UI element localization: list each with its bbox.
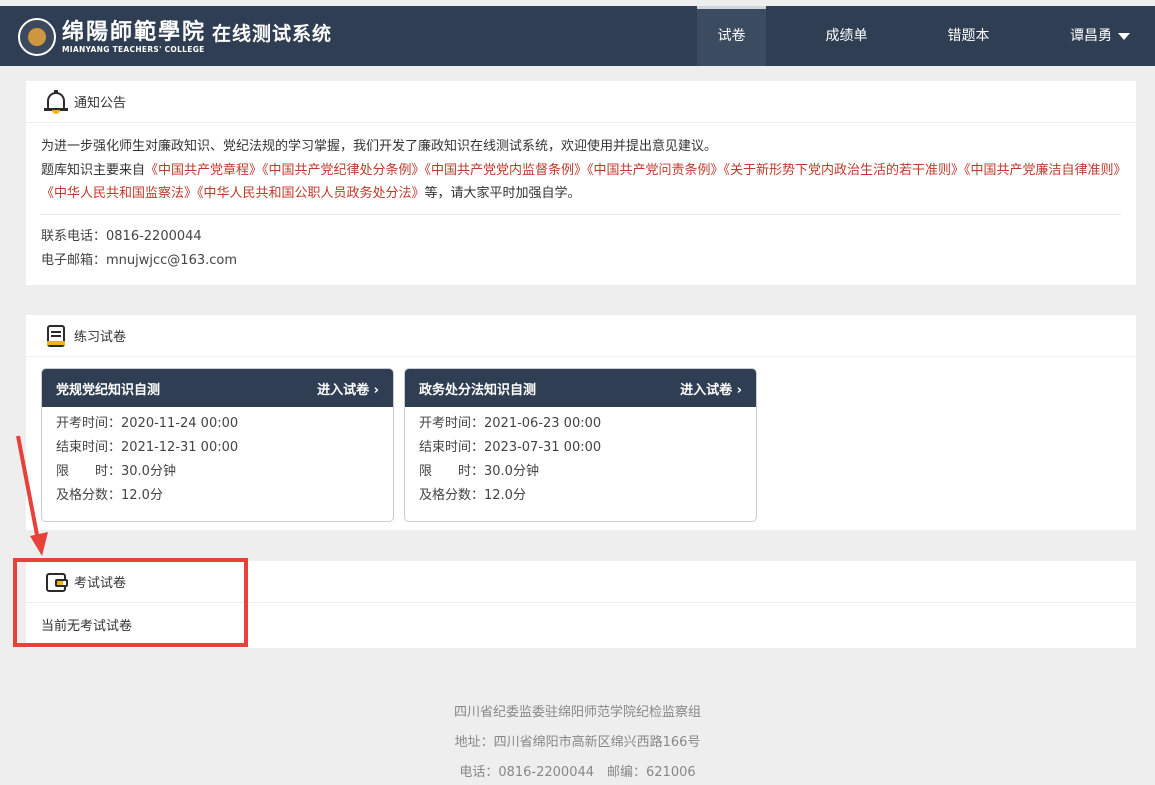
practice-header: 练习试卷	[26, 315, 1136, 357]
enter-exam-button[interactable]: 进入试卷 ›	[680, 379, 742, 398]
bell-icon	[44, 89, 68, 114]
practice-panel: 练习试卷 党规党纪知识自测 进入试卷 › 开考时间：2020-11-24 00:…	[26, 315, 1136, 530]
annotation-arrow-icon	[16, 435, 48, 556]
notice-body: 为进一步强化师生对廉政知识、党纪法规的学习掌握，我们开发了廉政知识在线测试系统，…	[26, 123, 1136, 206]
annotation-highlight-box	[13, 558, 248, 647]
contact-email: 电子邮箱：mnujwjcc@163.com	[41, 252, 238, 268]
practice-title: 练习试卷	[74, 330, 127, 345]
footer-address: 地址：四川省绵阳市高新区绵兴西路166号	[454, 735, 701, 750]
caret-down-icon	[1118, 32, 1130, 40]
user-name: 谭昌勇	[1070, 28, 1112, 44]
exam-time-limit: 限 时：30.0分钟	[419, 464, 539, 479]
enter-exam-button[interactable]: 进入试卷 ›	[317, 379, 379, 398]
exam-card-header: 政务处分法知识自测 进入试卷 ›	[405, 369, 756, 407]
exam-start-time: 开考时间：2021-06-23 00:00	[419, 416, 602, 431]
notice-bank-suffix: 等，请大家平时加强自学。	[424, 186, 581, 201]
exam-card: 政务处分法知识自测 进入试卷 › 开考时间：2021-06-23 00:00 结…	[404, 368, 757, 522]
exam-time-limit: 限 时：30.0分钟	[56, 464, 176, 479]
exam-end-time: 结束时间：2023-07-31 00:00	[419, 440, 602, 455]
exam-card-details: 开考时间：2020-11-24 00:00 结束时间：2021-12-31 00…	[42, 407, 393, 513]
top-navbar: 绵陽師範學院 MIANYANG TEACHERS' COLLEGE 在线测试系统…	[0, 6, 1155, 66]
brand-text: 绵陽師範學院 MIANYANG TEACHERS' COLLEGE	[62, 20, 206, 55]
user-menu[interactable]: 谭昌勇	[1055, 6, 1145, 66]
system-title: 在线测试系统	[212, 22, 333, 45]
notice-panel: 通知公告 为进一步强化师生对廉政知识、党纪法规的学习掌握，我们开发了廉政知识在线…	[26, 81, 1136, 285]
exam-card-name: 政务处分法知识自测	[419, 382, 537, 398]
nav-score-report[interactable]: 成绩单	[812, 6, 881, 66]
document-icon	[44, 324, 68, 348]
contact-phone: 联系电话：0816-2200044	[41, 228, 202, 244]
notice-bank: 题库知识主要来自《中国共产党章程》《中国共产党纪律处分条例》《中国共产党党内监督…	[41, 159, 1121, 206]
nav-exam-papers[interactable]: 试卷	[697, 6, 766, 66]
footer: 四川省纪委监委驻绵阳师范学院纪检监察组 地址：四川省绵阳市高新区绵兴西路166号…	[0, 698, 1155, 785]
notice-bank-prefix: 题库知识主要来自	[41, 162, 146, 178]
exam-pass-score: 及格分数：12.0分	[419, 488, 526, 503]
exam-card: 党规党纪知识自测 进入试卷 › 开考时间：2020-11-24 00:00 结束…	[41, 368, 394, 522]
notice-title: 通知公告	[74, 96, 127, 111]
exam-end-time: 结束时间：2021-12-31 00:00	[56, 440, 239, 455]
brand[interactable]: 绵陽師範學院 MIANYANG TEACHERS' COLLEGE 在线测试系统	[18, 18, 332, 56]
exam-card-name: 党规党纪知识自测	[56, 382, 161, 398]
exam-card-header: 党规党纪知识自测 进入试卷 ›	[42, 369, 393, 407]
notice-header: 通知公告	[26, 81, 1136, 123]
nav-wrong-questions[interactable]: 错题本	[934, 6, 1003, 66]
exam-card-details: 开考时间：2021-06-23 00:00 结束时间：2023-07-31 00…	[405, 407, 756, 513]
college-logo-icon	[18, 18, 56, 56]
brand-name-en: MIANYANG TEACHERS' COLLEGE	[62, 44, 205, 54]
footer-org: 四川省纪委监委驻绵阳师范学院纪检监察组	[453, 705, 701, 720]
notice-intro: 为进一步强化师生对廉政知识、党纪法规的学习掌握，我们开发了廉政知识在线测试系统，…	[41, 139, 718, 154]
exam-start-time: 开考时间：2020-11-24 00:00	[56, 416, 239, 431]
exam-pass-score: 及格分数：12.0分	[56, 488, 163, 503]
brand-name-cn: 绵陽師範學院	[62, 18, 207, 45]
contact-info: 联系电话：0816-2200044 电子邮箱：mnujwjcc@163.com	[26, 215, 1136, 273]
footer-contact: 电话：0816-2200044 邮编：621006	[459, 765, 696, 780]
